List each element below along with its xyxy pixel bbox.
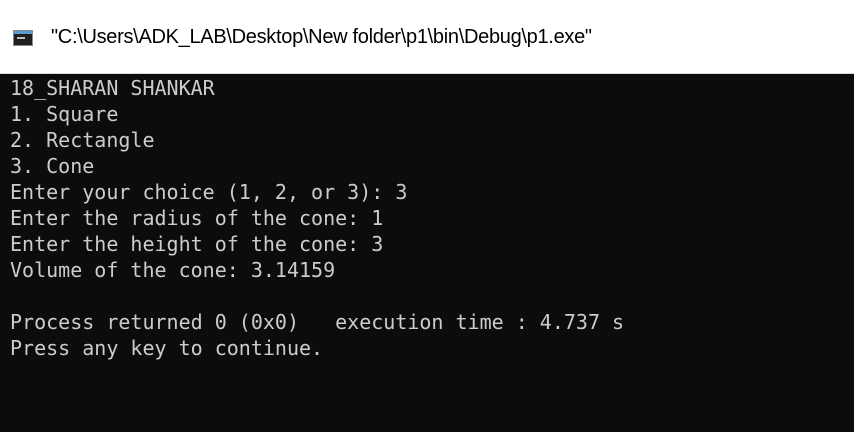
console-line: Enter the radius of the cone: 1 xyxy=(10,206,384,230)
console-window-icon[interactable] xyxy=(13,30,33,46)
console-line: 2. Rectangle xyxy=(10,128,155,152)
console-line: Volume of the cone: 3.14159 xyxy=(10,258,336,282)
title-bar[interactable]: "C:\Users\ADK_LAB\Desktop\New folder\p1\… xyxy=(0,0,854,74)
window-title: "C:\Users\ADK_LAB\Desktop\New folder\p1\… xyxy=(51,26,592,48)
console-line: Enter your choice (1, 2, or 3): 3 xyxy=(10,180,408,204)
console-line: 18_SHARAN SHANKAR xyxy=(10,76,215,100)
console-line: Enter the height of the cone: 3 xyxy=(10,232,384,256)
console-window[interactable]: "C:\Users\ADK_LAB\Desktop\New folder\p1\… xyxy=(0,0,854,432)
console-line: Press any key to continue. xyxy=(10,336,324,360)
console-output[interactable]: 18_SHARAN SHANKAR 1. Square 2. Rectangle… xyxy=(0,74,854,432)
console-line: 3. Cone xyxy=(10,154,95,178)
console-line: Process returned 0 (0x0) execution time … xyxy=(10,310,625,334)
console-line: 1. Square xyxy=(10,102,119,126)
